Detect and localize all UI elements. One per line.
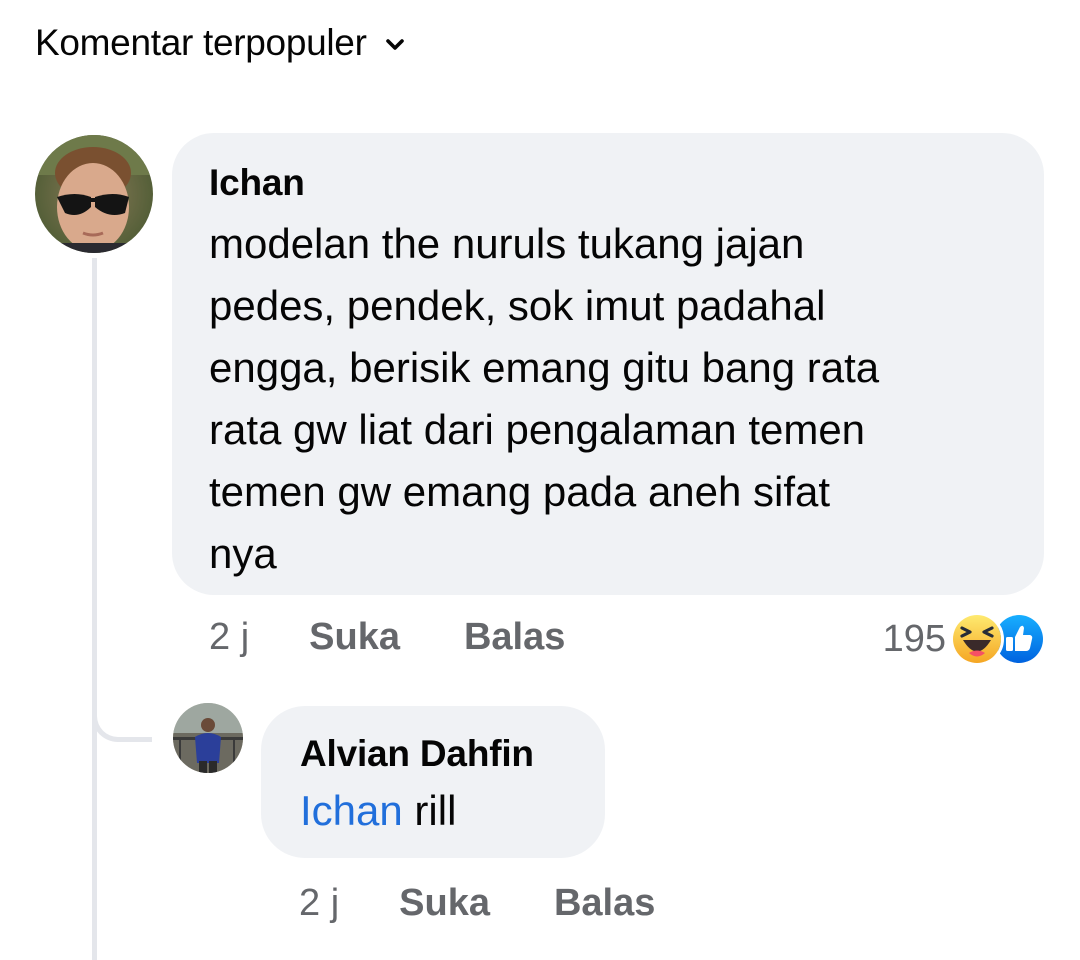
reply-like-button[interactable]: Suka bbox=[399, 882, 490, 925]
avatar[interactable] bbox=[35, 135, 153, 253]
reaction-summary[interactable]: 195 bbox=[883, 612, 1046, 666]
comment-bubble: Ichan modelan the nuruls tukang jajan pe… bbox=[172, 133, 1044, 595]
avatar[interactable] bbox=[173, 703, 243, 773]
reply-reply-button[interactable]: Balas bbox=[554, 882, 655, 925]
reply-text: Ichan rill bbox=[300, 783, 575, 839]
thread-line bbox=[92, 258, 97, 960]
avatar-photo-icon bbox=[173, 703, 243, 773]
comment-sort-label: Komentar terpopuler bbox=[35, 22, 367, 63]
avatar-photo-icon bbox=[35, 135, 153, 253]
like-button[interactable]: Suka bbox=[309, 616, 400, 659]
reply-bubble: Alvian Dahfin Ichan rill bbox=[261, 706, 605, 858]
reply-timestamp[interactable]: 2 j bbox=[299, 882, 339, 925]
comment-sort-dropdown[interactable]: Komentar terpopuler bbox=[35, 22, 405, 64]
comment-actions: 2 j Suka Balas bbox=[209, 616, 629, 659]
comment-text: modelan the nuruls tukang jajan pedes, p… bbox=[209, 220, 880, 577]
chevron-down-icon bbox=[385, 38, 405, 52]
comments-panel: Komentar terpopuler Ichan modelan the nu… bbox=[0, 0, 1080, 960]
reaction-icons bbox=[950, 612, 1046, 666]
comment-timestamp[interactable]: 2 j bbox=[209, 616, 249, 659]
reaction-count: 195 bbox=[882, 617, 946, 660]
haha-reaction-icon bbox=[950, 612, 1004, 666]
reply-author-name[interactable]: Alvian Dahfin bbox=[300, 732, 575, 776]
mention-link[interactable]: Ichan bbox=[300, 787, 403, 834]
reply-body: rill bbox=[402, 787, 457, 834]
reply-button[interactable]: Balas bbox=[464, 616, 565, 659]
reply-actions: 2 j Suka Balas bbox=[299, 882, 719, 925]
comment-author-name[interactable]: Ichan bbox=[209, 161, 1008, 205]
thread-connector bbox=[92, 700, 152, 742]
